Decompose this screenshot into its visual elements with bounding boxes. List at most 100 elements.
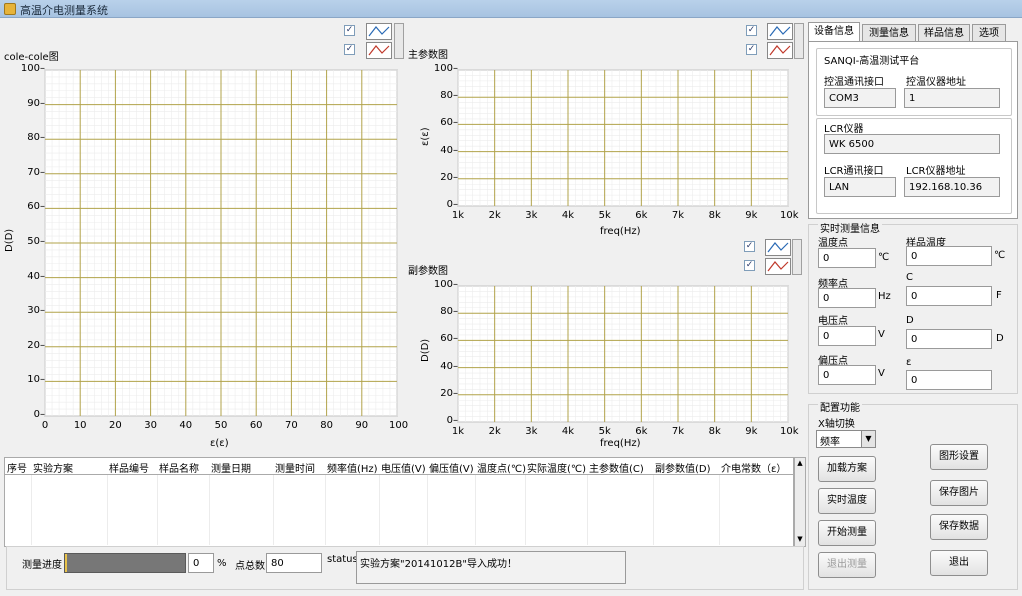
table-header-cell[interactable]: 实验方案 [33, 460, 73, 475]
volt-field: 0 [818, 326, 876, 346]
table-header-cell[interactable]: 频率值(Hz) [327, 460, 378, 475]
main-legend-scrollbar[interactable] [794, 23, 804, 59]
exit-measure-button[interactable]: 退出测量 [818, 552, 876, 578]
y-tick-label: 100– [433, 279, 458, 290]
lcr-port-field[interactable]: LAN [824, 177, 896, 197]
y-tick-label: 0– [446, 415, 458, 426]
points-field: 80 [266, 553, 322, 573]
progress-unit: % [217, 558, 227, 569]
main-series2-checkbox[interactable]: ✓ [746, 44, 757, 55]
y-tick-label: 10– [27, 374, 45, 386]
x-tick-label: 7k [671, 426, 685, 437]
lcr-addr-field[interactable]: 192.168.10.36 [904, 177, 1000, 197]
temp-addr-field[interactable]: 1 [904, 88, 1000, 108]
lcr-field[interactable]: WK 6500 [824, 134, 1000, 154]
d-field: 0 [906, 329, 992, 349]
sub-graph-title: 副参数图 [408, 266, 448, 277]
save-data-button[interactable]: 保存数据 [930, 514, 988, 540]
main-series1-checkbox[interactable]: ✓ [746, 25, 757, 36]
table-column-divider [653, 475, 654, 545]
table-column-divider [157, 475, 158, 545]
sub-legend-scrollbar[interactable] [792, 239, 802, 275]
table-column-divider [209, 475, 210, 545]
tab-measure-info[interactable]: 测量信息 [862, 24, 916, 42]
main-graph-title: 主参数图 [408, 50, 448, 61]
table-column-divider [379, 475, 380, 545]
status-message: 实验方案"20141012B"导入成功！ [356, 551, 626, 584]
cole-legend-scrollbar[interactable] [394, 23, 404, 59]
bias-field: 0 [818, 365, 876, 385]
x-tick-label: 70 [285, 420, 298, 431]
table-column-divider [31, 475, 32, 545]
table-header-cell[interactable]: 样品名称 [159, 460, 199, 475]
tab-options[interactable]: 选项 [972, 24, 1006, 42]
x-tick-label: 9k [745, 210, 758, 221]
table-header-cell[interactable]: 偏压值(V) [429, 460, 474, 475]
temp-port-field[interactable]: COM3 [824, 88, 896, 108]
app-icon [4, 3, 16, 15]
scroll-up-icon[interactable]: ▲ [796, 459, 804, 469]
sub-xlabel: freq(Hz) [600, 438, 641, 449]
table-column-divider [719, 475, 720, 545]
x-tick-label: 3k [525, 210, 538, 221]
progress-label: 测量进度 [22, 560, 62, 571]
y-tick-label: 100– [20, 63, 45, 74]
cole-series2-checkbox[interactable]: ✓ [344, 44, 355, 55]
y-tick-label: 80– [440, 306, 458, 318]
x-tick-label: 10k [780, 426, 799, 437]
table-column-divider [525, 475, 526, 545]
y-tick-label: 80– [27, 132, 45, 144]
table-column-divider [475, 475, 476, 545]
y-tick-label: 70– [27, 166, 45, 178]
x-tick-label: 0 [41, 420, 49, 431]
table-header-cell[interactable]: 测量时间 [275, 460, 315, 475]
y-tick-label: 60– [440, 333, 458, 345]
cole-xlabel: ε(ε) [210, 438, 229, 449]
table-header-cell[interactable]: 副参数值(D) [655, 460, 711, 475]
x-switch-select[interactable]: 频率 ▼ [816, 430, 876, 448]
x-tick-label: 80 [320, 420, 333, 431]
table-header-cell[interactable]: 电压值(V) [381, 460, 426, 475]
cole-graph-title: cole-cole图 [4, 52, 59, 63]
progress-value-field: 0 [188, 553, 214, 573]
table-header-cell[interactable]: 序号 [7, 460, 27, 475]
progress-fill [65, 554, 67, 572]
sub-series2-checkbox[interactable]: ✓ [744, 260, 755, 271]
x-switch-value: 频率 [820, 437, 840, 448]
chevron-down-icon[interactable]: ▼ [861, 431, 875, 447]
table-column-divider [587, 475, 588, 545]
cole-series1-checkbox[interactable]: ✓ [344, 25, 355, 36]
y-tick-label: 60– [27, 201, 45, 213]
points-label: 点总数 [235, 561, 265, 572]
tab-device-info[interactable]: 设备信息 [808, 22, 860, 42]
table-header-cell[interactable]: 主参数值(C) [589, 460, 644, 475]
results-table-header: 序号 实验方案 样品编号 样品名称 测量日期 测量时间 频率值(Hz) 电压值(V) 偏压值(V… [4, 457, 794, 475]
graph-settings-button[interactable]: 图形设置 [930, 444, 988, 470]
x-tick-label: 30 [144, 420, 157, 431]
freq-unit: Hz [878, 291, 891, 302]
temp-port-label: 控温通讯接口 [824, 77, 884, 88]
y-tick-label: 40– [440, 144, 458, 156]
main-param-graph [457, 69, 789, 207]
table-header-cell[interactable]: 样品编号 [109, 460, 149, 475]
table-header-cell[interactable]: 温度点(℃) [477, 460, 526, 475]
tab-sample-info[interactable]: 样品信息 [918, 24, 970, 42]
lcr-label: LCR仪器 [824, 124, 864, 135]
save-image-button[interactable]: 保存图片 [930, 480, 988, 506]
table-header-cell[interactable]: 测量日期 [211, 460, 251, 475]
exit-button[interactable]: 退出 [930, 550, 988, 576]
realtime-temp-button[interactable]: 实时温度 [818, 488, 876, 514]
table-header-cell[interactable]: 介电常数（ε） [721, 460, 786, 475]
x-tick-label: 20 [109, 420, 122, 431]
sub-series1-checkbox[interactable]: ✓ [744, 241, 755, 252]
y-tick-label: 0– [446, 199, 458, 210]
scroll-down-icon[interactable]: ▼ [796, 535, 804, 545]
start-measure-button[interactable]: 开始测量 [818, 520, 876, 546]
temp-point-unit: ℃ [878, 252, 890, 263]
table-column-divider [325, 475, 326, 545]
table-header-cell[interactable]: 实际温度(℃) [527, 460, 586, 475]
x-tick-label: 2k [488, 210, 501, 221]
load-plan-button[interactable]: 加载方案 [818, 456, 876, 482]
x-tick-label: 1k [451, 210, 465, 221]
table-scrollbar[interactable]: ▲ ▼ [794, 457, 806, 547]
